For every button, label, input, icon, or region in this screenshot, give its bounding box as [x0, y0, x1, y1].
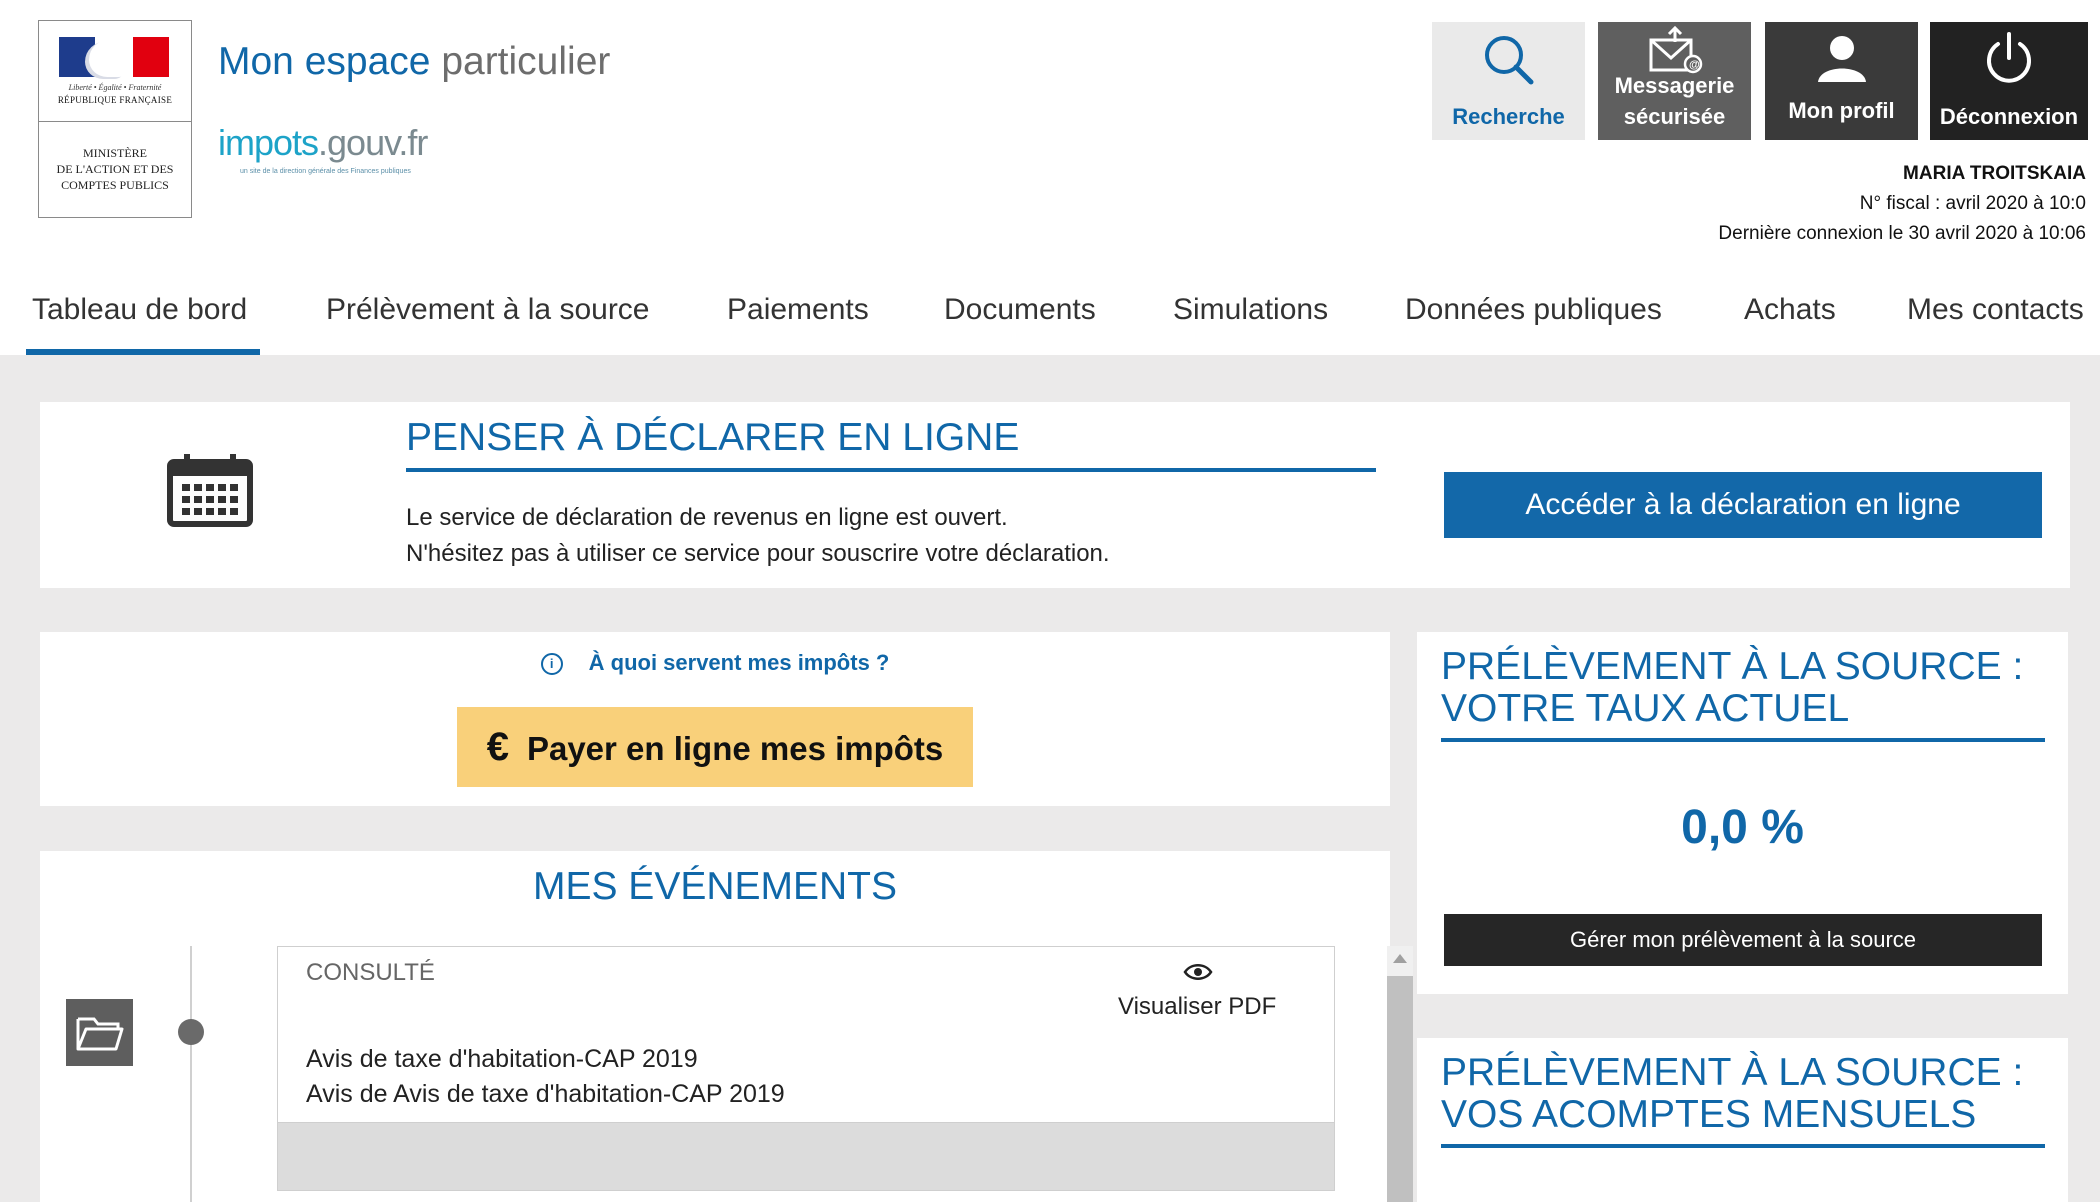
- calendar-icon: [167, 454, 253, 527]
- nav-tab-simulations[interactable]: Simulations: [1167, 285, 1347, 355]
- eye-icon[interactable]: [1183, 961, 1213, 983]
- nav-tab-contacts[interactable]: Mes contacts: [1901, 285, 2091, 355]
- timeline-line: [190, 946, 192, 1202]
- nav-tab-purchases[interactable]: Achats: [1738, 285, 1848, 355]
- logo-divider: [39, 121, 191, 122]
- scrollbar-thumb[interactable]: [1387, 976, 1413, 1202]
- event-document-title: Avis de taxe d'habitation-CAP 2019: [306, 1045, 698, 1073]
- euro-icon: €: [486, 725, 509, 769]
- user-name: MARIA TROITSKAIA: [1903, 163, 2086, 184]
- info-icon: i: [540, 653, 563, 675]
- ministry-name: MINISTÈRE DE L'ACTION ET DES COMPTES PUB…: [56, 146, 174, 192]
- access-declaration-button[interactable]: Accéder à la déclaration en ligne: [1444, 472, 2042, 538]
- search-button-label: Recherche: [1452, 104, 1565, 129]
- profile-button-label: Mon profil: [1788, 98, 1895, 123]
- flag-icon: [59, 37, 169, 77]
- nav-tab-withholding[interactable]: Prélèvement à la source: [320, 285, 660, 355]
- event-document-subtitle: Avis de Avis de taxe d'habitation-CAP 20…: [306, 1080, 785, 1108]
- event-status: CONSULTÉ: [306, 959, 435, 986]
- events-card: MES ÉVÉNEMENTS CONSULTÉ Visualiser PDF A…: [40, 851, 1413, 1202]
- impots-logo[interactable]: impots.gouv.fr: [218, 122, 428, 164]
- fiscal-number: N° fiscal : avril 2020 à 10:0: [1859, 193, 2086, 214]
- folder-icon: [66, 999, 133, 1066]
- nav-tab-payments[interactable]: Paiements: [721, 285, 881, 355]
- republic-name: RÉPUBLIQUE FRANÇAISE: [57, 95, 173, 105]
- site-title: Mon espace particulier: [218, 40, 610, 84]
- main-nav: Tableau de bord Prélèvement à la source …: [0, 285, 2100, 355]
- search-icon: [1484, 36, 1533, 85]
- pay-card: iÀ quoi servent mes impôts ? € Payer en l…: [40, 632, 1390, 806]
- logout-button-label: Déconnexion: [1939, 104, 2079, 129]
- nav-tab-public-data[interactable]: Données publiques: [1399, 285, 1679, 355]
- declare-online-card: PENSER À DÉCLARER EN LIGNE Le service de…: [40, 402, 2070, 588]
- header: Liberté • Égalité • Fraternité RÉPUBLIQU…: [0, 0, 2100, 355]
- declare-text: Le service de déclaration de revenus en …: [406, 504, 1110, 567]
- withholding-rate-title: PRÉLÈVEMENT À LA SOURCE : VOTRE TAUX ACT…: [1441, 646, 2045, 742]
- monthly-installments-card: PRÉLÈVEMENT À LA SOURCE : VOS ACOMPTES M…: [1417, 1038, 2068, 1202]
- event-item: CONSULTÉ Visualiser PDF Avis de taxe d'h…: [277, 946, 1335, 1191]
- pay-online-button[interactable]: € Payer en ligne mes impôts: [457, 707, 973, 787]
- secure-messaging-button[interactable]: @ Messagerie sécurisée: [1598, 22, 1751, 140]
- withholding-rate-card: PRÉLÈVEMENT À LA SOURCE : VOTRE TAUX ACT…: [1417, 632, 2068, 994]
- declare-title: PENSER À DÉCLARER EN LIGNE: [406, 416, 1376, 472]
- republic-motto: Liberté • Égalité • Fraternité: [68, 83, 162, 92]
- site-title-light: particulier: [441, 40, 611, 83]
- monthly-installments-title: PRÉLÈVEMENT À LA SOURCE : VOS ACOMPTES M…: [1441, 1052, 2045, 1148]
- marianne-logo[interactable]: Liberté • Égalité • Fraternité RÉPUBLIQU…: [38, 20, 192, 218]
- nav-tab-dashboard[interactable]: Tableau de bord: [26, 285, 260, 355]
- scroll-up-arrow-icon[interactable]: [1393, 954, 1407, 963]
- event-content: CONSULTÉ Visualiser PDF Avis de taxe d'h…: [278, 947, 1334, 1123]
- user-icon: [1817, 36, 1866, 82]
- manage-withholding-button[interactable]: Gérer mon prélèvement à la source: [1444, 914, 2042, 966]
- search-button[interactable]: Recherche: [1432, 22, 1585, 140]
- current-rate-value: 0,0 %: [1681, 801, 1804, 854]
- nav-tab-documents[interactable]: Documents: [938, 285, 1118, 355]
- power-icon: [1987, 32, 2031, 83]
- secure-messaging-label: Messagerie sécurisée: [1614, 73, 1735, 129]
- impots-tagline: un site de la direction générale des Fin…: [240, 168, 411, 175]
- timeline-dot: [178, 1019, 204, 1045]
- events-title: MES ÉVÉNEMENTS: [532, 865, 898, 908]
- view-pdf-link[interactable]: Visualiser PDF: [1118, 993, 1276, 1021]
- last-login: Dernière connexion le 30 avril 2020 à 10…: [1718, 223, 2086, 244]
- profile-button[interactable]: Mon profil: [1765, 22, 1918, 140]
- logout-button[interactable]: Déconnexion: [1930, 22, 2088, 140]
- what-are-taxes-for-link[interactable]: iÀ quoi servent mes impôts ?: [40, 650, 1390, 676]
- site-title-main: Mon espace: [218, 40, 431, 83]
- events-scrollbar[interactable]: [1387, 946, 1413, 1202]
